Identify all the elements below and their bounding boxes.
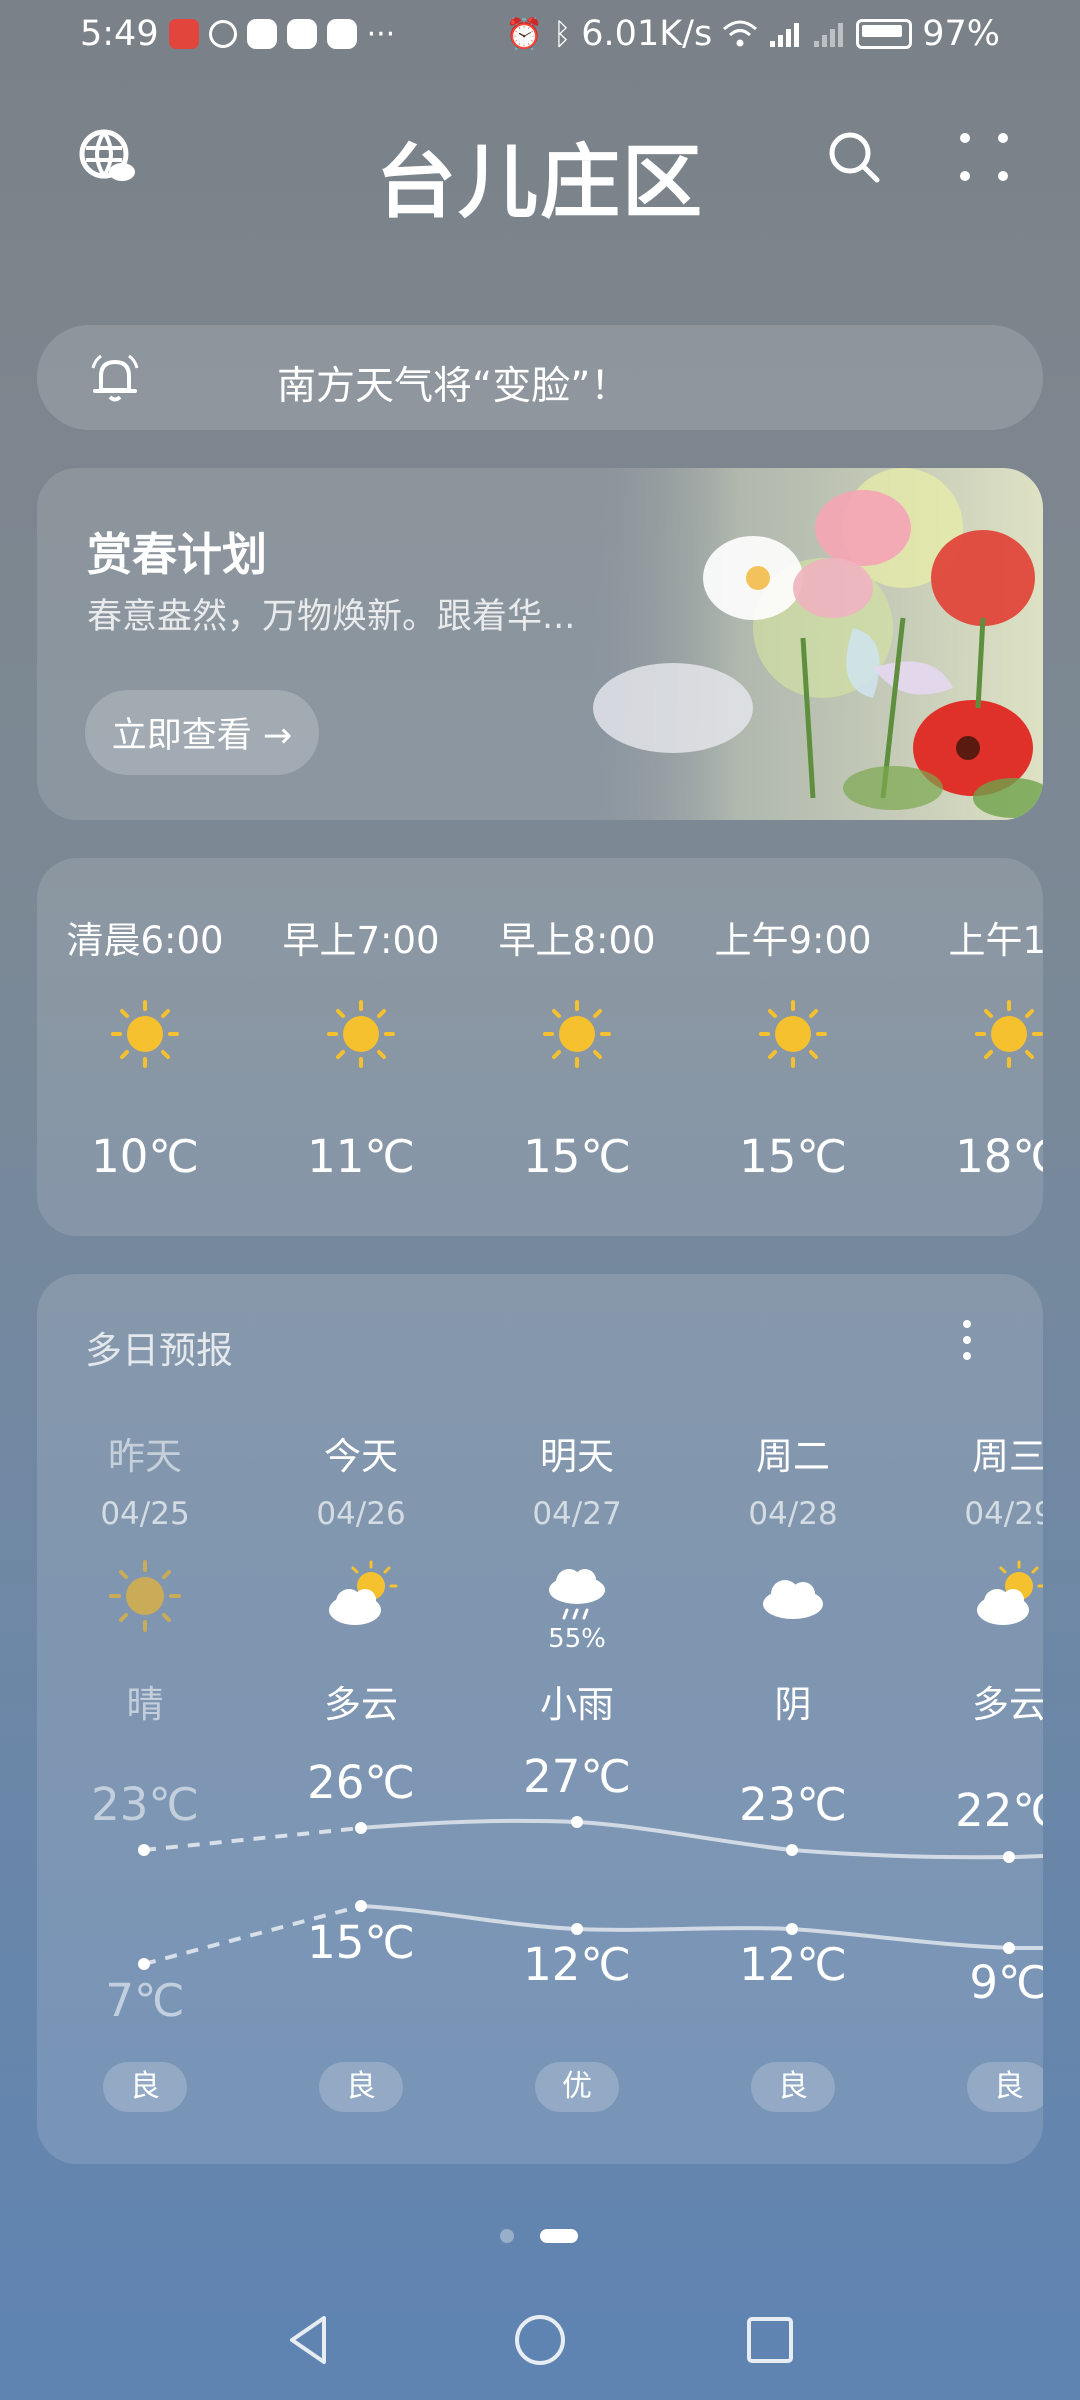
day-high-temp: 22℃ — [955, 1784, 1043, 1837]
day-date: 04/26 — [316, 1496, 406, 1532]
view-now-button[interactable]: 立即查看 → — [85, 690, 319, 775]
hourly-time: 早上8:00 — [498, 919, 656, 962]
day-low-temp: 12℃ — [739, 1938, 847, 1991]
hourly-time: 清晨6:00 — [66, 919, 224, 962]
battery-icon — [856, 19, 913, 49]
sunny-icon — [975, 1000, 1043, 1068]
promo-title: 赏春计划 — [87, 528, 268, 581]
hourly-time: 早上7:00 — [282, 919, 440, 962]
day-forecast-item[interactable]: 周二 04/28 阴 23℃ 12℃ 良 — [685, 1274, 901, 2164]
hourly-item[interactable]: 上午9:00 15℃ — [685, 858, 901, 1236]
home-icon[interactable] — [510, 2310, 570, 2370]
network-speed: 6.01K/s — [581, 14, 713, 54]
air-quality-badge: 良 — [319, 2062, 403, 2112]
day-name: 昨天 — [108, 1435, 182, 1478]
day-date: 04/29 — [964, 1496, 1043, 1532]
status-bar: 5:49 ··· ⏰ ᛒ 6.01K/s 97% — [0, 0, 1080, 76]
day-low-temp: 9℃ — [969, 1956, 1043, 2009]
hourly-item[interactable]: 清晨6:00 10℃ — [37, 858, 253, 1236]
day-forecast-item[interactable]: 周三 04/29 多云 22℃ 9℃ 良 — [901, 1274, 1043, 2164]
day-condition: 多云 — [972, 1683, 1043, 1726]
day-condition: 晴 — [126, 1683, 164, 1726]
multi-day-forecast-card[interactable]: 多日预报 昨天 04/25 晴 23℃ 7℃ 良 今天 04/26 多云 26℃… — [37, 1274, 1043, 2164]
day-date: 04/27 — [532, 1496, 622, 1532]
alarm-icon: ⏰ — [505, 16, 544, 52]
promo-card[interactable]: 赏春计划 春意盎然，万物焕新。跟着华... 立即查看 → — [37, 468, 1043, 820]
air-quality-badge: 良 — [967, 2062, 1043, 2112]
day-low-temp: 15℃ — [307, 1916, 415, 1969]
wechat-icon — [208, 20, 237, 48]
battery-level: 97% — [922, 14, 1000, 54]
air-quality-badge: 优 — [535, 2062, 619, 2112]
huawei-app-icon — [168, 19, 199, 49]
day-date: 04/25 — [100, 1496, 190, 1532]
day-name: 明天 — [540, 1435, 614, 1478]
day-condition: 小雨 — [540, 1683, 614, 1726]
sunny-icon — [111, 1000, 179, 1068]
flowers-illustration — [573, 468, 1043, 820]
promo-subtitle: 春意盎然，万物焕新。跟着华... — [87, 597, 576, 637]
hourly-forecast-card[interactable]: 清晨6:00 10℃ 早上7:00 11℃ 早上8:00 15℃ 上午9:00 … — [37, 858, 1043, 1236]
more-notifications-icon: ··· — [366, 16, 396, 52]
partly-cloudy-icon — [329, 1560, 398, 1625]
day-high-temp: 23℃ — [91, 1778, 199, 1831]
bluetooth-icon: ᛒ — [553, 16, 572, 52]
day-high-temp: 26℃ — [307, 1756, 415, 1809]
sunny-icon — [543, 1000, 611, 1068]
hourly-item[interactable]: 上午10 18℃ — [901, 858, 1043, 1236]
hourly-temp: 10℃ — [91, 1130, 199, 1183]
air-quality-badge: 良 — [103, 2062, 187, 2112]
day-name: 今天 — [324, 1435, 398, 1478]
day-forecast-item[interactable]: 明天 04/27 55% 小雨 27℃ 12℃ 优 — [469, 1274, 685, 2164]
hourly-item[interactable]: 早上7:00 11℃ — [253, 858, 469, 1236]
day-high-temp: 27℃ — [523, 1750, 631, 1803]
day-high-temp: 23℃ — [739, 1778, 847, 1831]
page-indicator[interactable] — [0, 2226, 1080, 2246]
day-precip: 55% — [548, 1624, 606, 1654]
hourly-temp: 15℃ — [523, 1130, 631, 1183]
page-dot-active[interactable] — [540, 2229, 578, 2243]
baidu-icon — [326, 19, 357, 49]
page-dot[interactable] — [500, 2229, 514, 2243]
day-date: 04/28 — [748, 1496, 838, 1532]
hourly-time: 上午9:00 — [714, 919, 872, 962]
day-forecast-item[interactable]: 昨天 04/25 晴 23℃ 7℃ 良 — [37, 1274, 253, 2164]
day-name: 周三 — [972, 1435, 1043, 1478]
status-time: 5:49 — [80, 14, 159, 54]
hourly-temp: 15℃ — [739, 1130, 847, 1183]
bell-icon — [91, 354, 139, 402]
hourly-temp: 11℃ — [307, 1130, 415, 1183]
baidu-icon — [246, 19, 277, 49]
status-bar-right: ⏰ ᛒ 6.01K/s 97% — [506, 14, 1000, 54]
recents-icon[interactable] — [740, 2310, 800, 2370]
weather-alert-bar[interactable]: 南方天气将“变脸”！ — [37, 325, 1043, 430]
status-bar-left: 5:49 ··· — [80, 14, 395, 54]
more-grid-icon[interactable] — [955, 128, 1013, 186]
day-condition: 阴 — [774, 1683, 812, 1726]
cloudy-icon — [763, 1580, 823, 1619]
day-low-temp: 12℃ — [523, 1938, 631, 1991]
back-icon[interactable] — [280, 2310, 340, 2370]
day-name: 周二 — [756, 1435, 830, 1478]
hourly-item[interactable]: 早上8:00 15℃ — [469, 858, 685, 1236]
signal-5g-icon — [770, 23, 800, 47]
day-low-temp: 7℃ — [105, 1974, 185, 2027]
day-condition: 多云 — [324, 1683, 398, 1726]
sunny-icon — [327, 1000, 395, 1068]
navigation-bar — [0, 2300, 1080, 2380]
sunny-icon — [109, 1560, 181, 1632]
hourly-temp: 18℃ — [955, 1130, 1043, 1183]
baidu-icon — [286, 19, 317, 49]
sunny-icon — [759, 1000, 827, 1068]
search-icon[interactable] — [825, 128, 883, 186]
header: 台儿庄区 — [0, 100, 1080, 229]
partly-cloudy-icon — [977, 1560, 1043, 1625]
wifi-icon — [723, 20, 758, 47]
city-title[interactable]: 台儿庄区 — [0, 118, 1080, 234]
signal-icon — [814, 23, 844, 47]
alert-text: 南方天气将“变脸”！ — [277, 364, 630, 409]
hourly-time: 上午10 — [948, 919, 1043, 962]
day-forecast-item[interactable]: 今天 04/26 多云 26℃ 15℃ 良 — [253, 1274, 469, 2164]
air-quality-badge: 良 — [751, 2062, 835, 2112]
